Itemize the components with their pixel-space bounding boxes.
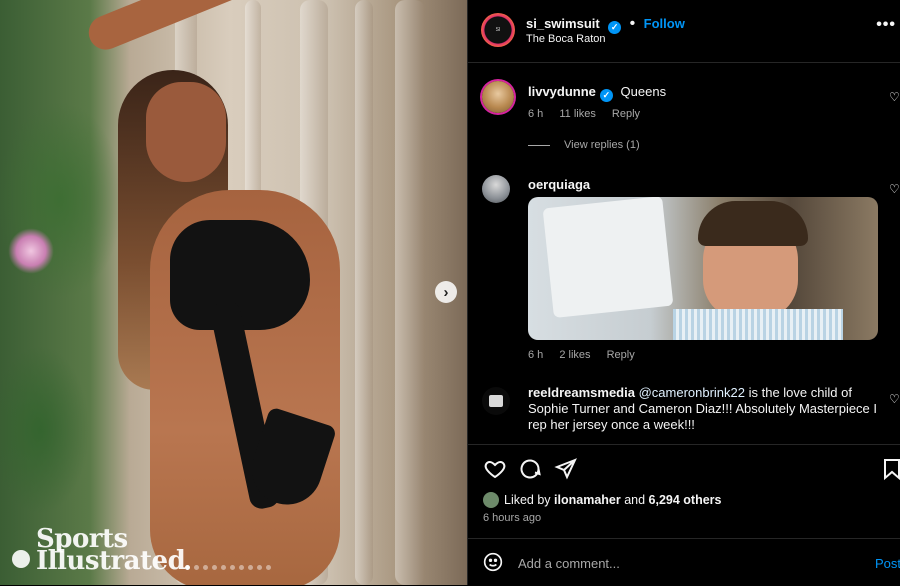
divider-line	[528, 144, 550, 146]
carousel-dot	[257, 565, 262, 570]
carousel-dot	[221, 565, 226, 570]
carousel-next-button[interactable]: ›	[435, 281, 457, 303]
carousel-dot	[185, 565, 190, 570]
post-header: SI si_swimsuit ✓ • Follow The Boca Raton…	[468, 0, 900, 63]
liker-username[interactable]: ilonamaher	[554, 493, 621, 507]
post-comment-button[interactable]: Post	[875, 556, 900, 571]
carousel-dot	[194, 565, 199, 570]
verified-badge-icon: ✓	[608, 21, 622, 34]
comment-likes[interactable]: 2 likes	[559, 349, 590, 361]
bookmark-icon[interactable]	[880, 457, 900, 481]
like-comment-icon[interactable]: ♡	[889, 90, 900, 104]
likes-summary: Liked by ilonamaher and 6,294 others	[483, 492, 722, 508]
view-replies-button[interactable]: View replies (1)	[564, 139, 640, 151]
comment-text: Queens	[620, 84, 667, 99]
gif-paper-stack	[542, 197, 674, 318]
commenter-username[interactable]: oerquiaga	[528, 177, 590, 192]
follow-button[interactable]: Follow	[644, 16, 685, 31]
si-logo-icon	[12, 550, 30, 568]
commenter-username[interactable]: reeldreamsmedia	[528, 385, 635, 400]
carousel-dot	[203, 565, 208, 570]
commenter-avatar[interactable]	[482, 81, 514, 113]
author-avatar[interactable]: SI	[481, 13, 515, 47]
liker-avatar[interactable]	[483, 492, 499, 508]
comment-time: 6 h	[528, 349, 544, 361]
reply-button[interactable]: Reply	[607, 349, 635, 361]
add-comment-bar: Add a comment... Post	[468, 538, 900, 586]
author-username[interactable]: si_swimsuit	[526, 16, 600, 31]
verified-badge-icon: ✓	[599, 89, 613, 102]
sports-illustrated-watermark: Sports Illustrated	[12, 526, 186, 576]
comment-icon[interactable]	[518, 457, 542, 481]
add-comment-input[interactable]: Add a comment...	[518, 556, 620, 571]
commenter-avatar-logo	[489, 395, 503, 407]
mention-link[interactable]: @cameronbrink22	[639, 385, 745, 400]
location-link[interactable]: The Boca Raton	[526, 33, 606, 45]
comment-item: livvydunne ✓ Queens 6 h 11 likes Reply ♡ …	[468, 78, 900, 158]
carousel-dot	[212, 565, 217, 570]
reply-button[interactable]: Reply	[612, 108, 640, 120]
chevron-right-icon: ›	[443, 283, 449, 301]
commenter-avatar[interactable]	[482, 175, 510, 203]
separator-dot: •	[629, 15, 636, 32]
carousel-dots	[185, 565, 271, 570]
heart-icon[interactable]	[483, 457, 507, 481]
author-avatar-image: SI	[485, 17, 511, 43]
flower-decoration	[8, 228, 54, 274]
comment-gif-image[interactable]	[528, 197, 878, 340]
figure-face	[146, 82, 226, 182]
post-actions-bar	[468, 444, 900, 491]
like-comment-icon[interactable]: ♡	[889, 392, 900, 406]
carousel-dot	[239, 565, 244, 570]
liked-by-prefix: Liked by	[504, 493, 555, 507]
like-comment-icon[interactable]: ♡	[889, 182, 900, 196]
comment-time: 6 h	[528, 108, 544, 120]
carousel-dot	[248, 565, 253, 570]
post-timestamp: 6 hours ago	[483, 512, 542, 524]
watermark-line-2: Illustrated	[36, 546, 186, 576]
carousel-dot	[266, 565, 271, 570]
gif-figure-hair	[698, 201, 808, 246]
comment-item: reeldreamsmedia @cameronbrink22 is the l…	[468, 384, 900, 444]
more-options-icon[interactable]: •••	[876, 16, 896, 34]
liked-by-and: and	[620, 493, 649, 507]
commenter-username[interactable]: livvydunne	[528, 84, 596, 99]
comment-likes[interactable]: 11 likes	[559, 108, 595, 120]
likes-count[interactable]: 6,294 others	[649, 493, 722, 507]
commenter-avatar[interactable]	[482, 387, 510, 415]
share-icon[interactable]	[554, 457, 578, 481]
gif-figure-shirt	[673, 309, 843, 340]
post-image[interactable]: › Sports Illustrated	[0, 0, 467, 585]
carousel-dot	[230, 565, 235, 570]
comment-item: oerquiaga ♡ 6 h 2 likes Reply	[468, 172, 900, 367]
post-side-panel: SI si_swimsuit ✓ • Follow The Boca Raton…	[467, 0, 900, 585]
emoji-icon[interactable]	[483, 552, 503, 572]
